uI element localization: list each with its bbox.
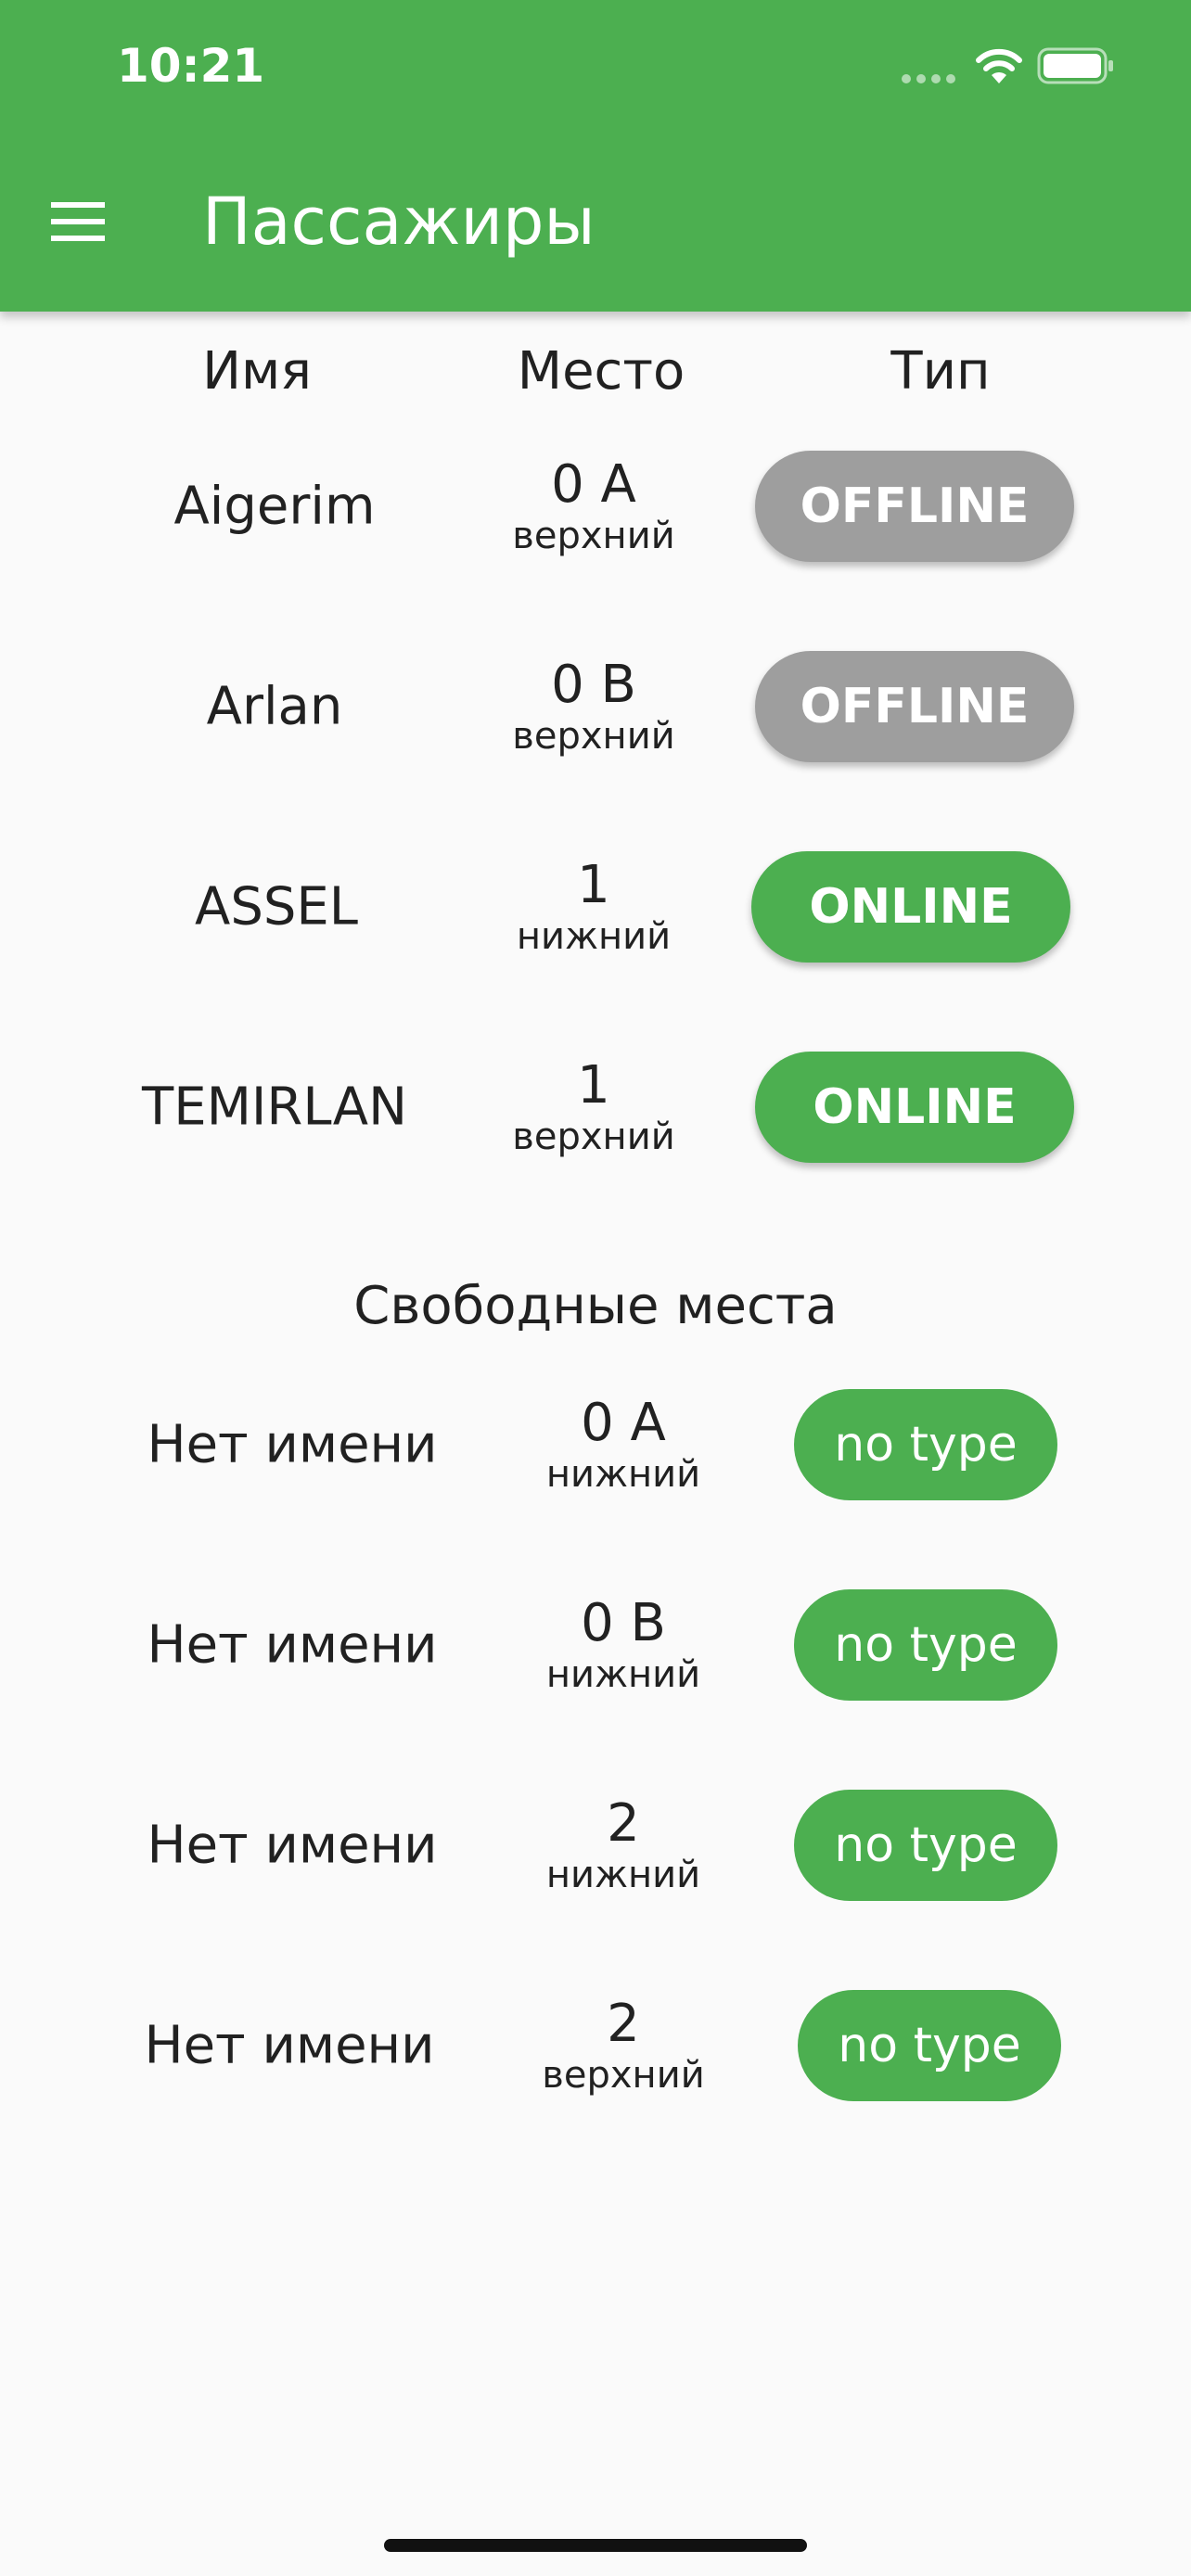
column-header-name: Имя [202, 341, 312, 402]
free-seat-name: Нет имени [147, 1815, 438, 1876]
seat-number: 2 [607, 1793, 640, 1854]
seat-tier: нижний [545, 1653, 701, 1696]
seat-tier: верхний [512, 1116, 675, 1158]
passenger-name: Arlan [206, 676, 343, 737]
cellular-signal-icon [902, 74, 957, 83]
passenger-name: TEMIRLAN [141, 1077, 408, 1138]
free-seats-title: Свободные места [353, 1276, 838, 1336]
hamburger-menu-icon[interactable] [51, 202, 105, 241]
seat-tier: верхний [542, 2054, 705, 2097]
seat-tier: нижний [545, 1854, 701, 1896]
seat-number: 0 A [581, 1393, 666, 1453]
no-type-button[interactable]: no type [798, 1990, 1061, 2101]
column-header-seat: Место [517, 341, 685, 402]
seat-number: 0 B [581, 1593, 666, 1653]
column-header-type: Тип [890, 341, 991, 402]
seat-number: 1 [577, 1055, 610, 1116]
seat-number: 2 [607, 1994, 640, 2054]
seat-number: 0 A [551, 454, 636, 515]
seat-tier: нижний [545, 1453, 701, 1496]
home-indicator[interactable] [384, 2539, 807, 2552]
seat-tier: верхний [512, 515, 675, 557]
offline-type-button[interactable]: OFFLINE [755, 451, 1074, 562]
free-seat-name: Нет имени [144, 2015, 435, 2076]
battery-icon [1037, 47, 1113, 84]
passenger-seat: 1 верхний [512, 1055, 675, 1159]
passenger-seat: 0 B верхний [512, 655, 675, 759]
seat-number: 1 [577, 855, 610, 915]
passenger-name: ASSEL [195, 876, 358, 937]
no-type-button[interactable]: no type [794, 1790, 1057, 1901]
free-seat-name: Нет имени [147, 1414, 438, 1475]
passenger-name: Aigerim [173, 476, 376, 537]
seat-number: 0 B [551, 655, 636, 715]
free-seat-seat: 2 верхний [542, 1994, 705, 2098]
free-seat-seat: 0 A нижний [545, 1393, 701, 1497]
status-time: 10:21 [117, 39, 265, 93]
no-type-button[interactable]: no type [794, 1389, 1057, 1500]
no-type-button[interactable]: no type [794, 1589, 1057, 1701]
free-seat-seat: 0 B нижний [545, 1593, 701, 1697]
online-type-button[interactable]: ONLINE [755, 1052, 1074, 1163]
page-title: Пассажиры [202, 184, 596, 260]
free-seat-name: Нет имени [147, 1614, 438, 1676]
seat-tier: нижний [516, 915, 672, 958]
offline-type-button[interactable]: OFFLINE [755, 651, 1074, 762]
online-type-button[interactable]: ONLINE [751, 851, 1070, 963]
wifi-icon [976, 48, 1022, 83]
free-seat-seat: 2 нижний [545, 1793, 701, 1897]
seat-tier: верхний [512, 715, 675, 758]
app-bar: 10:21 Пассажиры [0, 0, 1191, 312]
passenger-seat: 0 A верхний [512, 454, 675, 558]
passenger-seat: 1 нижний [516, 855, 672, 959]
